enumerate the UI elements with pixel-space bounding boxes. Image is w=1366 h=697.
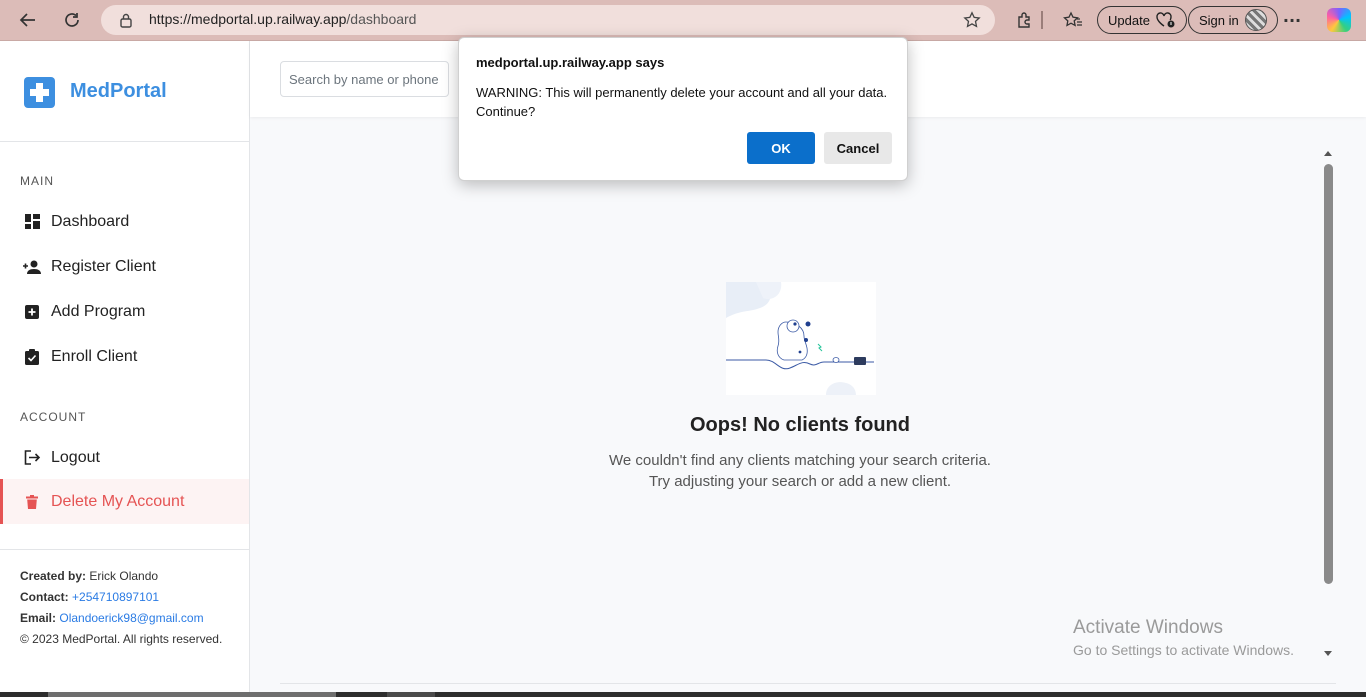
logout-icon xyxy=(23,449,41,467)
sidebar-item-label: Dashboard xyxy=(51,212,130,230)
url-path: /dashboard xyxy=(346,11,417,27)
medical-cross-logo-icon xyxy=(24,77,55,108)
sidebar-item-register-client[interactable]: Register Client xyxy=(0,244,249,289)
email-link[interactable]: Olandoerick98@gmail.com xyxy=(59,611,203,625)
sidebar-item-label: Add Program xyxy=(51,302,146,320)
lock-icon xyxy=(119,12,133,32)
search-input[interactable] xyxy=(280,61,449,97)
update-heart-icon xyxy=(1156,12,1175,28)
watermark-line-1: Activate Windows xyxy=(1073,617,1223,638)
sidebar-item-delete-account[interactable]: Delete My Account xyxy=(0,479,249,524)
created-by-label: Created by: xyxy=(20,569,87,583)
more-menu-icon[interactable]: ··· xyxy=(1280,8,1304,32)
extensions-icon[interactable] xyxy=(1012,8,1036,32)
url-host: https://medportal.up.railway.app xyxy=(149,11,347,27)
content-bottom-divider xyxy=(280,683,1336,684)
sign-in-button[interactable]: Sign in xyxy=(1188,6,1278,34)
sidebar-divider xyxy=(0,549,249,550)
section-label-main: MAIN xyxy=(20,174,54,188)
back-arrow-icon xyxy=(19,13,35,27)
confirm-dialog: medportal.up.railway.app says WARNING: T… xyxy=(458,37,908,181)
reload-button[interactable] xyxy=(57,6,87,34)
scrollbar-thumb[interactable] xyxy=(1324,164,1333,584)
scroll-down-arrow-icon[interactable] xyxy=(1324,651,1332,656)
favorites-icon[interactable] xyxy=(1061,8,1085,32)
sidebar-item-label: Logout xyxy=(51,448,100,466)
sidebar-item-label: Register Client xyxy=(51,257,156,275)
person-add-icon xyxy=(23,258,41,276)
profile-avatar xyxy=(1244,9,1267,31)
toolbar-divider xyxy=(1041,11,1043,29)
plus-square-icon xyxy=(23,303,41,321)
browser-toolbar: https://medportal.up.railway.app/dashboa… xyxy=(0,0,1366,41)
taskbar-segment xyxy=(48,692,336,697)
watermark-line-2: Go to Settings to activate Windows. xyxy=(1073,642,1294,658)
sidebar-item-add-program[interactable]: Add Program xyxy=(0,289,249,334)
clipboard-check-icon xyxy=(23,348,41,366)
copyright: © 2023 MedPortal. All rights reserved. xyxy=(20,632,223,646)
cancel-button[interactable]: Cancel xyxy=(824,132,892,164)
email: Email: Olandoerick98@gmail.com xyxy=(20,608,222,629)
taskbar-segment xyxy=(387,692,435,697)
dashboard-icon xyxy=(23,213,41,231)
sidebar-footer: Created by: Erick Olando Contact: +25471… xyxy=(20,566,222,650)
sidebar-item-label: Enroll Client xyxy=(51,347,138,365)
brand[interactable]: MedPortal xyxy=(24,77,167,108)
dialog-title: medportal.up.railway.app says xyxy=(476,55,665,70)
sidebar-item-enroll-client[interactable]: Enroll Client xyxy=(0,334,249,379)
sidebar: MedPortal MAIN Dashboard Register Client… xyxy=(0,41,250,697)
empty-state-title: Oops! No clients found xyxy=(690,414,910,436)
sidebar-item-logout[interactable]: Logout xyxy=(0,435,249,480)
unplugged-robot-illustration-icon xyxy=(726,282,874,395)
section-label-account: ACCOUNT xyxy=(20,410,87,424)
taskbar-strip xyxy=(0,692,1366,697)
update-button[interactable]: Update xyxy=(1097,6,1187,34)
reload-icon xyxy=(65,13,79,27)
windows-activation-watermark: Activate Windows Go to Settings to activ… xyxy=(1073,617,1294,658)
trash-icon xyxy=(23,493,41,511)
email-label: Email: xyxy=(20,611,57,625)
sign-in-label: Sign in xyxy=(1199,12,1239,28)
update-label: Update xyxy=(1108,12,1150,28)
empty-state-message: We couldn't find any clients matching yo… xyxy=(609,452,991,490)
sidebar-item-label: Delete My Account xyxy=(51,492,185,510)
scroll-up-arrow-icon[interactable] xyxy=(1324,151,1332,156)
created-by: Created by: Erick Olando xyxy=(20,566,222,587)
contact-phone-link[interactable]: +254710897101 xyxy=(72,590,159,604)
ok-button[interactable]: OK xyxy=(747,132,815,164)
dialog-message: WARNING: This will permanently delete yo… xyxy=(476,85,888,119)
favorite-star-icon[interactable] xyxy=(963,11,981,33)
copilot-icon[interactable] xyxy=(1327,8,1351,32)
contact: Contact: +254710897101 xyxy=(20,587,222,608)
url-text: https://medportal.up.railway.app/dashboa… xyxy=(149,11,416,27)
brand-name: MedPortal xyxy=(70,80,167,102)
address-bar[interactable]: https://medportal.up.railway.app/dashboa… xyxy=(101,5,995,35)
empty-state-illustration xyxy=(726,282,876,395)
contact-label: Contact: xyxy=(20,590,69,604)
sidebar-divider xyxy=(0,141,249,142)
back-button[interactable] xyxy=(13,6,43,34)
created-by-value: Erick Olando xyxy=(89,569,159,583)
sidebar-item-dashboard[interactable]: Dashboard xyxy=(0,199,249,244)
